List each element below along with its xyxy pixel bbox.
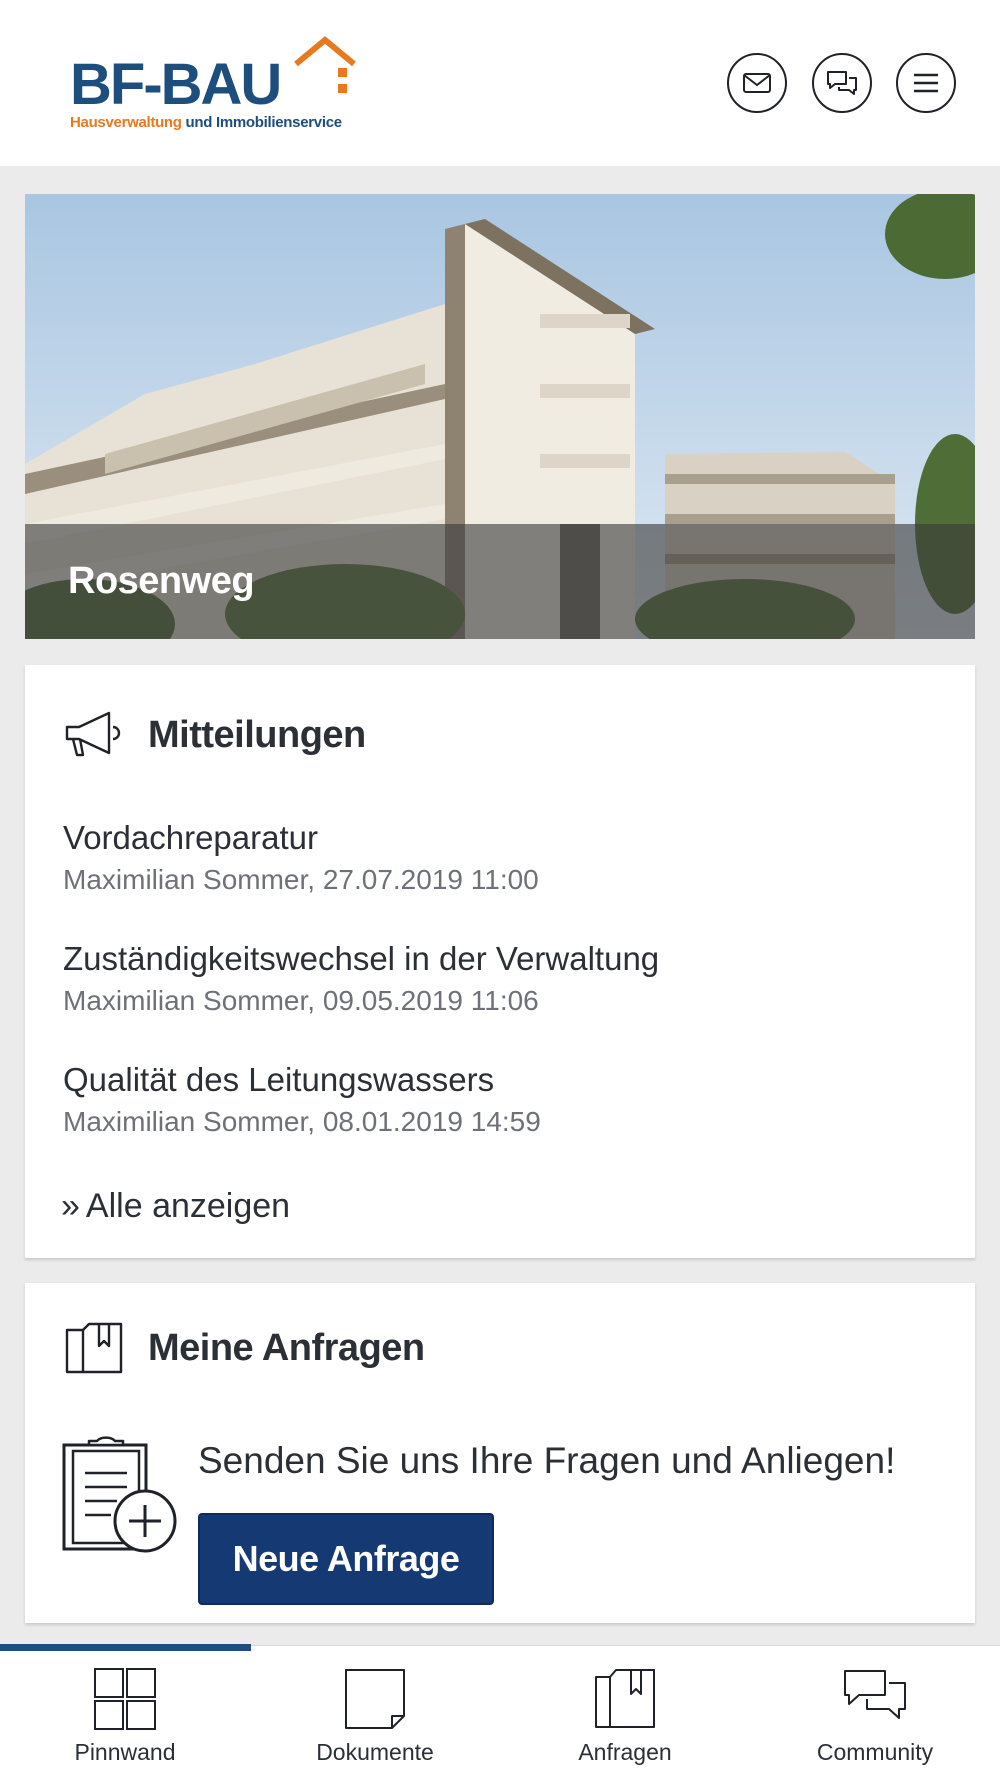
bottom-navigation: Pinnwand Dokumente Anfragen Community [0, 1644, 1000, 1778]
requests-card: Meine Anfragen Senden Sie uns Ihre Frage… [25, 1283, 975, 1623]
nav-label: Pinnwand [74, 1739, 176, 1765]
list-item[interactable]: Vordachreparatur Maximilian Sommer, 27.0… [63, 818, 539, 898]
message-meta: Maximilian Sommer, 08.01.2019 14:59 [63, 1106, 541, 1137]
new-request-button[interactable]: Neue Anfrage [198, 1513, 494, 1605]
nav-label: Anfragen [578, 1739, 672, 1765]
property-name: Rosenweg [68, 560, 255, 602]
show-all-label: Alle anzeigen [85, 1187, 291, 1225]
folder-icon [595, 1669, 655, 1728]
nav-item-community[interactable]: Community [750, 1646, 1000, 1778]
clipboard-add-icon [62, 1436, 177, 1553]
messages-title: Mitteilungen [148, 713, 366, 756]
brand-logo[interactable]: BF-BAU Hausverwaltung und Immobilienserv… [70, 34, 360, 134]
requests-title: Meine Anfragen [148, 1326, 425, 1369]
logo-wordmark: BF-BAU [70, 52, 282, 117]
menu-icon [914, 73, 938, 93]
mail-icon [743, 73, 771, 93]
chat-icon [844, 1670, 906, 1719]
double-chevron-right-icon: » [61, 1187, 80, 1225]
message-meta: Maximilian Sommer, 27.07.2019 11:00 [63, 864, 539, 895]
nav-label: Community [816, 1739, 934, 1765]
megaphone-icon [65, 711, 121, 757]
document-icon [345, 1669, 405, 1729]
grid-icon [94, 1668, 156, 1730]
requests-header: Meine Anfragen [63, 1318, 425, 1378]
list-item[interactable]: Zuständigkeitswechsel in der Verwaltung … [63, 939, 659, 1019]
nav-label: Dokumente [316, 1739, 434, 1765]
folder-icon [65, 1322, 123, 1374]
requests-prompt: Senden Sie uns Ihre Fragen und Anliegen! [198, 1440, 896, 1481]
mail-button[interactable] [727, 53, 787, 113]
message-title: Qualität des Leitungswassers [63, 1061, 495, 1098]
list-item[interactable]: Qualität des Leitungswassers Maximilian … [63, 1060, 541, 1140]
messages-card: Mitteilungen Vordachreparatur Maximilian… [25, 665, 975, 1258]
chat-button[interactable] [812, 53, 872, 113]
nav-item-dokumente[interactable]: Dokumente [250, 1646, 500, 1778]
app-header: BF-BAU Hausverwaltung und Immobilienserv… [0, 0, 1000, 166]
nav-item-anfragen[interactable]: Anfragen [500, 1646, 750, 1778]
menu-button[interactable] [896, 53, 956, 113]
property-hero[interactable]: Rosenweg [25, 194, 975, 639]
chat-icon [827, 71, 857, 95]
logo-roof-icon [294, 36, 356, 93]
messages-header: Mitteilungen [63, 705, 366, 765]
show-all-link[interactable]: » Alle anzeigen [61, 1187, 290, 1226]
message-meta: Maximilian Sommer, 09.05.2019 11:06 [63, 985, 539, 1016]
logo-subtitle: Hausverwaltung und Immobilienservice [70, 114, 342, 131]
nav-item-pinnwand[interactable]: Pinnwand [0, 1646, 250, 1778]
message-title: Vordachreparatur [63, 819, 318, 856]
message-title: Zuständigkeitswechsel in der Verwaltung [63, 940, 660, 977]
